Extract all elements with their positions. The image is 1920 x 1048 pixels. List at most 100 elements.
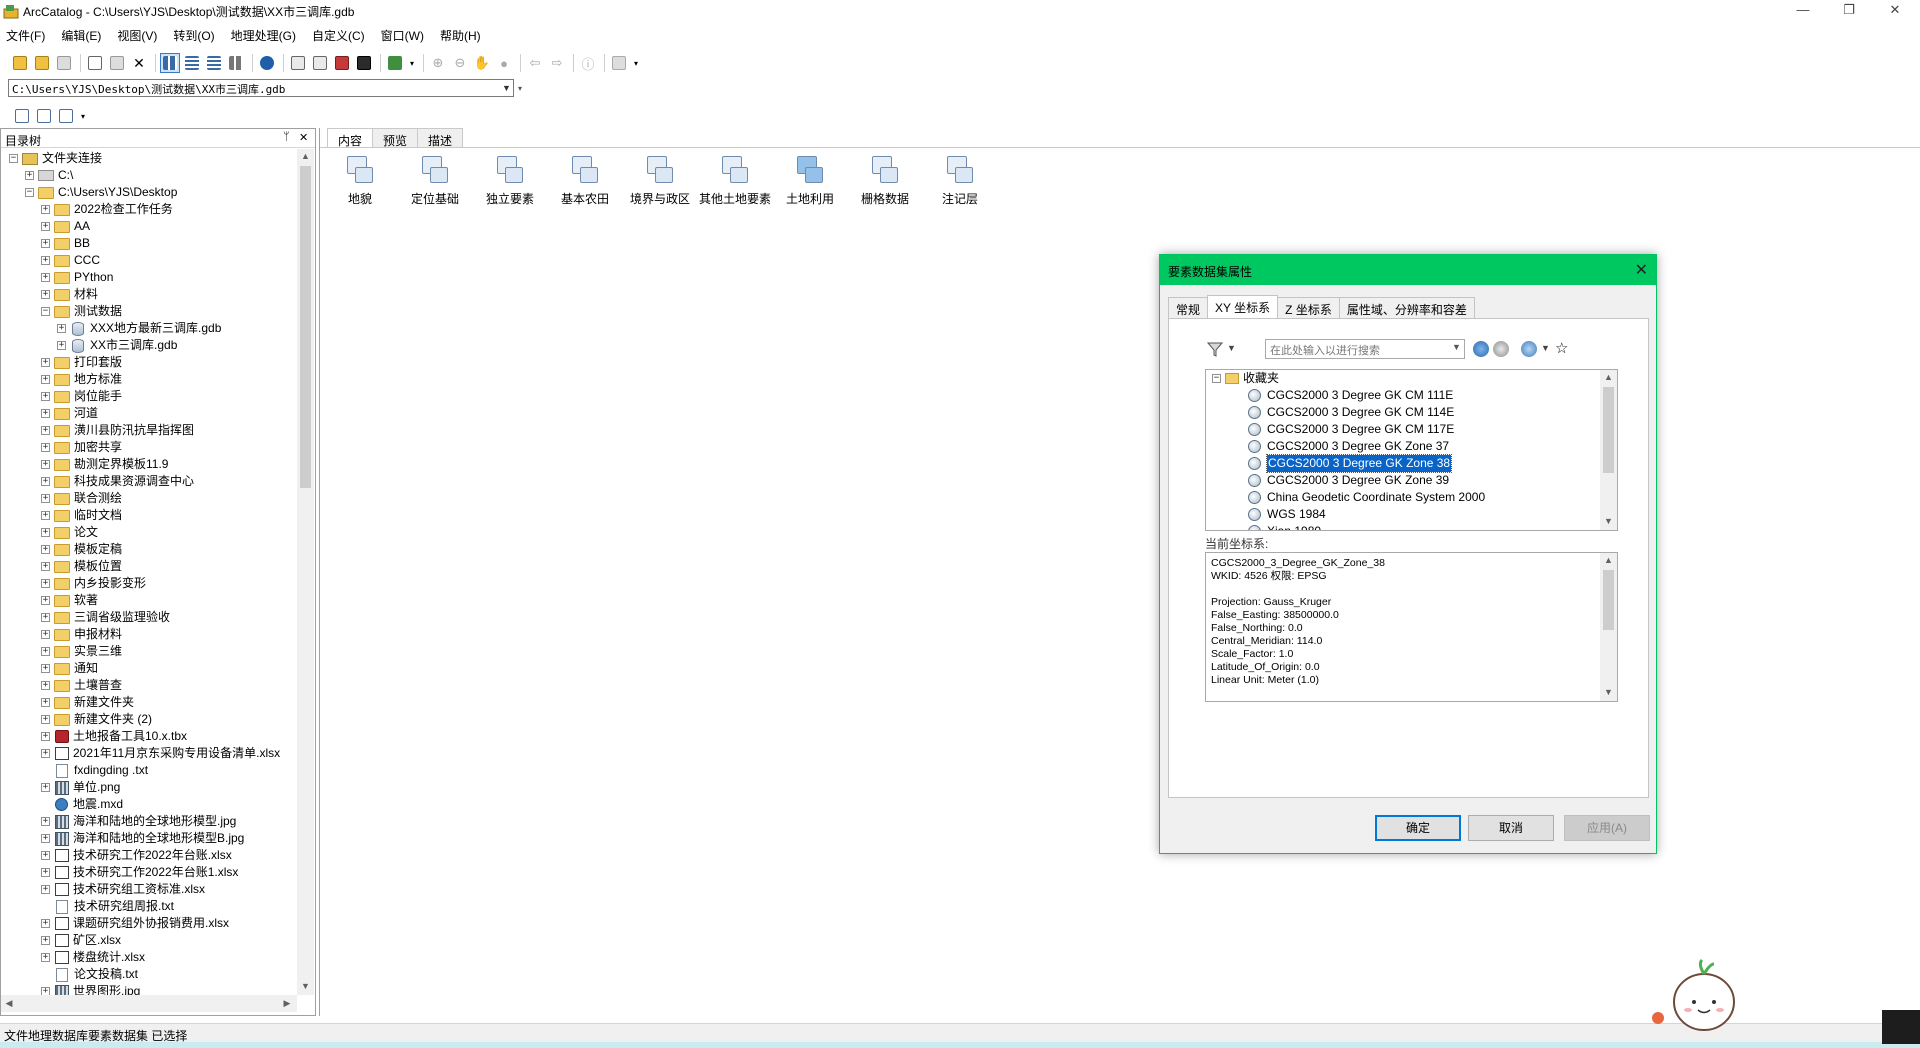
catalog-window-button[interactable]: [288, 53, 308, 73]
tree-item[interactable]: + 岗位能手: [41, 388, 122, 405]
tree-item[interactable]: + 土壤普查: [41, 677, 122, 694]
tree-item[interactable]: − 测试数据: [41, 303, 122, 320]
cancel-button[interactable]: 取消: [1468, 815, 1554, 841]
up-one-level-button[interactable]: [10, 53, 30, 73]
tree-item[interactable]: + 打印套版: [41, 354, 122, 371]
tree-item[interactable]: + AA: [41, 218, 90, 235]
tree-item[interactable]: 论文投稿.txt: [41, 966, 138, 983]
ok-button[interactable]: 确定: [1375, 815, 1461, 841]
feature-dataset-item[interactable]: 定位基础: [399, 156, 471, 207]
expand-icon[interactable]: +: [41, 613, 50, 622]
tab-domain-resolution-tolerance[interactable]: 属性域、分辨率和容差: [1338, 297, 1475, 318]
forward-button[interactable]: ⇨: [547, 53, 567, 73]
tree-item[interactable]: +2022检查工作任务: [41, 201, 173, 218]
scroll-up-icon[interactable]: ▲: [1600, 372, 1617, 382]
tab-general[interactable]: 常规: [1168, 297, 1209, 318]
expand-icon[interactable]: +: [41, 579, 50, 588]
copy-button[interactable]: [85, 53, 105, 73]
filter-button[interactable]: [1206, 341, 1224, 357]
tree-item[interactable]: + 单位.png: [41, 779, 120, 796]
tree-item[interactable]: 技术研究组周报.txt: [41, 898, 174, 915]
tree-item[interactable]: + 三调省级监理验收: [41, 609, 170, 626]
tree-item[interactable]: fxdingding .txt: [41, 762, 148, 779]
expand-icon[interactable]: +: [41, 834, 50, 843]
expand-icon[interactable]: +: [41, 715, 50, 724]
tree-item[interactable]: + CCC: [41, 252, 100, 269]
tree-item[interactable]: − 文件夹连接: [9, 150, 102, 167]
expand-icon[interactable]: +: [41, 868, 50, 877]
expand-icon[interactable]: +: [41, 256, 50, 265]
scrollbar-thumb[interactable]: [1603, 570, 1614, 630]
tree-item[interactable]: + 勘测定界模板11.9: [41, 456, 168, 473]
expand-icon[interactable]: +: [41, 664, 50, 673]
crs-item[interactable]: CGCS2000 3 Degree GK CM 111E: [1248, 387, 1453, 404]
tree-item[interactable]: + 课题研究组外协报销费用.xlsx: [41, 915, 229, 932]
collapse-icon[interactable]: −: [9, 154, 18, 163]
zoom-in-button[interactable]: ⊕: [428, 53, 448, 73]
tree-item[interactable]: + 技术研究工作2022年台账.xlsx: [41, 847, 232, 864]
zoom-out-button[interactable]: ⊖: [450, 53, 470, 73]
details-view-button[interactable]: [204, 53, 224, 73]
feature-dataset-item[interactable]: 境界与政区: [624, 156, 696, 207]
add-to-favorites-icon[interactable]: ☆: [1555, 339, 1568, 357]
expand-icon[interactable]: +: [41, 443, 50, 452]
collapse-icon[interactable]: −: [41, 307, 50, 316]
filter-dropdown-icon[interactable]: ▼: [1227, 343, 1236, 353]
tree-item[interactable]: + 实景三维: [41, 643, 122, 660]
menu-goto[interactable]: 转到(O): [167, 24, 220, 47]
tree-item[interactable]: + 潢川县防汛抗旱指挥图: [41, 422, 194, 439]
tree-item[interactable]: + 新建文件夹: [41, 694, 134, 711]
feature-dataset-item[interactable]: 注记层: [924, 156, 996, 207]
scroll-down-icon[interactable]: ▼: [1600, 687, 1617, 697]
launch-arcmap-button[interactable]: [257, 53, 277, 73]
expand-icon[interactable]: +: [57, 324, 66, 333]
create-thumbnail-button[interactable]: [609, 53, 629, 73]
tree-item[interactable]: + 河道: [41, 405, 98, 422]
expand-icon[interactable]: +: [41, 851, 50, 860]
tree-item[interactable]: + 模板位置: [41, 558, 122, 575]
location-address-input[interactable]: C:\Users\YJS\Desktop\测试数据\XX市三调库.gdb: [8, 79, 514, 97]
expand-icon[interactable]: +: [41, 290, 50, 299]
menu-geoprocessing[interactable]: 地理处理(G): [225, 24, 302, 47]
crs-item[interactable]: CGCS2000 3 Degree GK CM 114E: [1248, 404, 1454, 421]
expand-icon[interactable]: +: [41, 630, 50, 639]
tree-item[interactable]: + 联合测绘: [41, 490, 122, 507]
paste-button[interactable]: [107, 53, 127, 73]
menu-help[interactable]: 帮助(H): [434, 24, 487, 47]
model-builder-button[interactable]: [385, 53, 405, 73]
tree-item[interactable]: − C:\Users\YJS\Desktop: [25, 184, 177, 201]
expand-icon[interactable]: +: [41, 647, 50, 656]
expand-icon[interactable]: +: [41, 732, 50, 741]
scrollbar-thumb[interactable]: [300, 166, 311, 488]
menu-edit[interactable]: 编辑(E): [55, 24, 107, 47]
export-metadata-button[interactable]: [56, 106, 76, 126]
scroll-left-icon[interactable]: ◀: [3, 998, 15, 1009]
expand-icon[interactable]: +: [41, 511, 50, 520]
tab-contents[interactable]: 内容: [327, 128, 374, 148]
expand-icon[interactable]: +: [41, 562, 50, 571]
crs-item[interactable]: Xian 1980: [1248, 523, 1321, 530]
expand-icon[interactable]: +: [41, 936, 50, 945]
crs-item[interactable]: CGCS2000 3 Degree GK Zone 39: [1248, 472, 1449, 489]
tab-preview[interactable]: 预览: [372, 128, 419, 148]
metadata-options-grip[interactable]: ▾: [78, 106, 88, 126]
collapse-icon[interactable]: −: [1212, 374, 1221, 383]
tree-item[interactable]: + 地方标准: [41, 371, 122, 388]
expand-icon[interactable]: +: [41, 426, 50, 435]
tab-description[interactable]: 描述: [417, 128, 464, 148]
pin-icon[interactable]: ᛘ: [283, 131, 290, 143]
python-window-button[interactable]: [354, 53, 374, 73]
expand-icon[interactable]: +: [41, 239, 50, 248]
details-scrollbar[interactable]: ▲ ▼: [1600, 553, 1617, 701]
crs-item[interactable]: CGCS2000 3 Degree GK CM 117E: [1248, 421, 1454, 438]
expand-icon[interactable]: +: [41, 919, 50, 928]
catalog-horizontal-scrollbar[interactable]: ◀ ▶: [1, 995, 297, 1012]
search-icon[interactable]: [1473, 341, 1489, 357]
back-button[interactable]: ⇦: [525, 53, 545, 73]
pan-button[interactable]: ✋: [472, 53, 492, 73]
scroll-down-icon[interactable]: ▼: [1600, 516, 1617, 526]
collapse-icon[interactable]: −: [25, 188, 34, 197]
expand-icon[interactable]: +: [41, 681, 50, 690]
favorites-node[interactable]: − 收藏夹: [1212, 370, 1279, 387]
feature-dataset-item[interactable]: 独立要素: [474, 156, 546, 207]
